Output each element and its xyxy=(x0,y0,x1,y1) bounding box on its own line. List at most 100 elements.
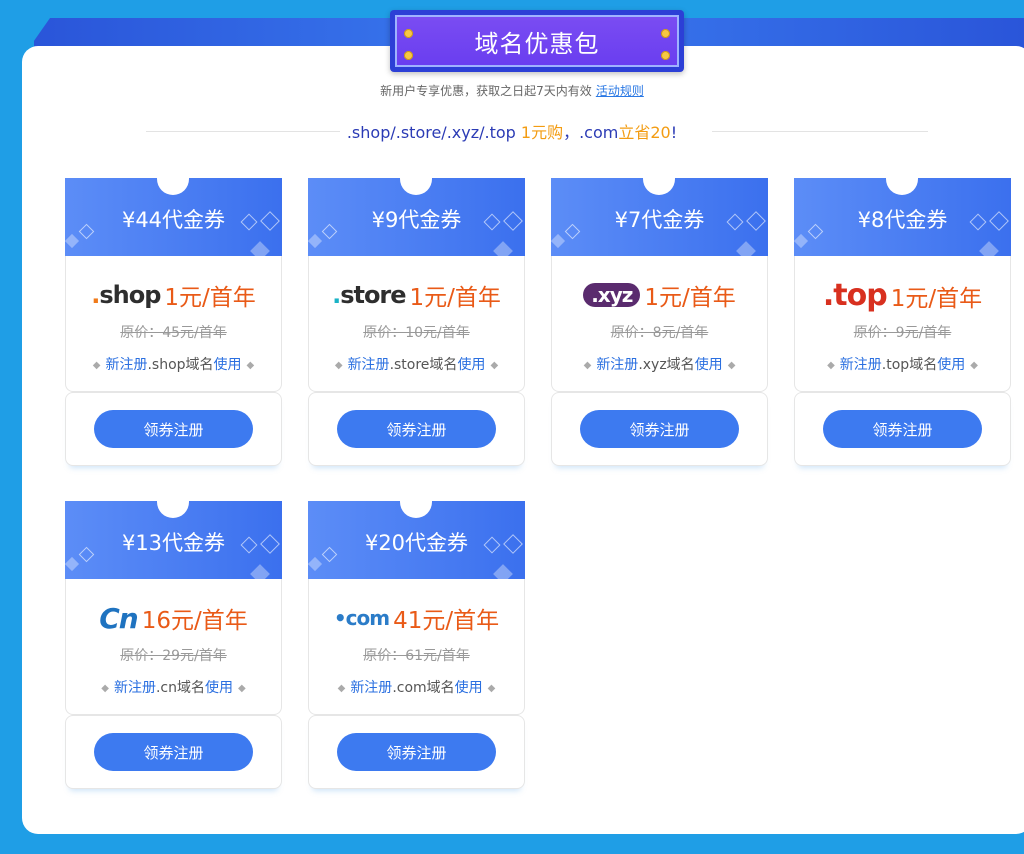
coupon-card: ¥44代金券 .shop 1元/首年 原价：45元/首年 ◆ 新注册.shop域名使… xyxy=(65,178,282,466)
coupon-header: ¥8代金券 xyxy=(794,178,1011,256)
title-banner-inner: 域名优惠包 xyxy=(395,15,679,67)
promo-price: 1元/首年 xyxy=(164,285,256,311)
price-row: Cn 16元/首年 xyxy=(66,601,281,635)
diamond-bullet-icon: ◆ xyxy=(970,359,978,371)
coupon-body: •com 41元/首年 原价：61元/首年 ◆ 新注册.com域名使用 ◆ xyxy=(308,579,525,715)
ticket-notch xyxy=(886,178,918,195)
coupon-body: Cn 16元/首年 原价：29元/首年 ◆ 新注册.cn域名使用 ◆ xyxy=(65,579,282,715)
coupon-description: ◆ 新注册.cn域名使用 ◆ xyxy=(66,677,281,697)
claim-register-button[interactable]: 领券注册 xyxy=(94,733,253,771)
original-price: 原价：8元/首年 xyxy=(610,325,709,341)
diamond-bullet-icon: ◆ xyxy=(246,359,255,371)
coupon-amount: ¥7代金券 xyxy=(614,208,705,232)
desc-new-register: 新注册 xyxy=(347,357,390,373)
claim-register-button[interactable]: 领券注册 xyxy=(337,733,496,771)
diamond-icon xyxy=(65,233,80,249)
desc-new-register: 新注册 xyxy=(350,680,393,696)
claim-register-button[interactable]: 领券注册 xyxy=(337,410,496,448)
bolt-icon xyxy=(404,51,413,60)
coupon-header: ¥44代金券 xyxy=(65,178,282,256)
coupon-body: .shop 1元/首年 原价：45元/首年 ◆ 新注册.shop域名使用 ◆ xyxy=(65,256,282,392)
coupon-header: ¥9代金券 xyxy=(308,178,525,256)
headline-tlds: .shop/.store/.xyz/.top xyxy=(346,123,521,142)
desc-use: 使用 xyxy=(457,357,486,373)
desc-use: 使用 xyxy=(937,357,966,373)
coupon-footer: 领券注册 xyxy=(65,392,282,466)
shop-logo: .shop xyxy=(91,281,161,309)
bolt-icon xyxy=(661,51,670,60)
diamond-icon xyxy=(794,233,809,249)
rules-link[interactable]: 活动规则 xyxy=(596,84,644,98)
desc-domain: .top域名 xyxy=(881,357,938,373)
promo-price: 1元/首年 xyxy=(409,285,501,311)
coupon-body: .xyz 1元/首年 原价：8元/首年 ◆ 新注册.xyz域名使用 ◆ xyxy=(551,256,768,392)
claim-register-button[interactable]: 领券注册 xyxy=(580,410,739,448)
diamond-bullet-icon: ◆ xyxy=(583,359,592,371)
desc-domain: .xyz域名 xyxy=(638,357,695,373)
top-logo: .top xyxy=(822,278,888,313)
desc-use: 使用 xyxy=(205,680,234,696)
headline-exclaim: ! xyxy=(670,123,678,142)
desc-use: 使用 xyxy=(213,357,242,373)
ticket-notch xyxy=(643,178,675,195)
diamond-icon xyxy=(308,556,323,572)
subtitle: 新用户专享优惠，获取之日起7天内有效 活动规则 xyxy=(0,82,1024,99)
original-price: 原价：29元/首年 xyxy=(120,648,227,664)
price-row: .shop 1元/首年 xyxy=(66,278,281,312)
headline-save: 立省20 xyxy=(618,123,671,142)
desc-new-register: 新注册 xyxy=(105,357,148,373)
coupon-header: ¥20代金券 xyxy=(308,501,525,579)
coupon-amount: ¥20代金券 xyxy=(364,531,469,555)
promo-price: 16元/首年 xyxy=(141,608,248,634)
diamond-icon xyxy=(308,233,323,249)
coupon-body: .store 1元/首年 原价：10元/首年 ◆ 新注册.store域名使用 ◆ xyxy=(308,256,525,392)
diamond-icon xyxy=(493,241,513,256)
desc-use: 使用 xyxy=(694,357,723,373)
coupon-card: ¥13代金券 Cn 16元/首年 原价：29元/首年 ◆ 新注册.cn域名使用 ◆ 领… xyxy=(65,501,282,789)
desc-domain: .cn域名 xyxy=(155,680,206,696)
desc-new-register: 新注册 xyxy=(113,680,156,696)
coupon-amount: ¥8代金券 xyxy=(857,208,948,232)
headline-price: 1元购 xyxy=(520,123,564,142)
diamond-icon xyxy=(250,241,270,256)
coupon-footer: 领券注册 xyxy=(308,715,525,789)
claim-register-button[interactable]: 领券注册 xyxy=(823,410,982,448)
store-logo: .store xyxy=(332,281,406,309)
diamond-icon xyxy=(979,241,999,256)
diamond-icon xyxy=(250,564,270,579)
promo-headline: .shop/.store/.xyz/.top 1元购，.com立省20! xyxy=(0,119,1024,143)
desc-new-register: 新注册 xyxy=(839,357,882,373)
coupon-footer: 领券注册 xyxy=(65,715,282,789)
coupon-header: ¥7代金券 xyxy=(551,178,768,256)
coupon-footer: 领券注册 xyxy=(308,392,525,466)
price-row: .top 1元/首年 xyxy=(795,278,1010,313)
coupon-footer: 领券注册 xyxy=(794,392,1011,466)
coupon-description: ◆ 新注册.shop域名使用 ◆ xyxy=(66,354,281,374)
original-price: 原价：9元/首年 xyxy=(853,325,952,341)
coupon-description: ◆ 新注册.store域名使用 ◆ xyxy=(309,354,524,374)
diamond-bullet-icon: ◆ xyxy=(487,682,496,694)
diamond-icon xyxy=(65,556,80,572)
desc-domain: .com域名 xyxy=(392,680,455,696)
com-logo: •com xyxy=(333,606,390,630)
coupon-body: .top 1元/首年 原价：9元/首年 ◆ 新注册.top域名使用 ◆ xyxy=(794,256,1011,392)
ticket-notch xyxy=(400,501,432,518)
original-price: 原价：10元/首年 xyxy=(363,325,470,341)
ticket-notch xyxy=(400,178,432,195)
promo-price: 1元/首年 xyxy=(644,285,736,311)
coupon-amount: ¥44代金券 xyxy=(121,208,226,232)
diamond-bullet-icon: ◆ xyxy=(101,682,109,694)
subtitle-text: 新用户专享优惠，获取之日起7天内有效 xyxy=(380,84,592,98)
price-row: .xyz 1元/首年 xyxy=(552,278,767,312)
coupon-amount: ¥9代金券 xyxy=(371,208,462,232)
ticket-notch xyxy=(157,178,189,195)
diamond-bullet-icon: ◆ xyxy=(490,359,499,371)
price-row: .store 1元/首年 xyxy=(309,278,524,312)
diamond-bullet-icon: ◆ xyxy=(337,682,346,694)
coupon-card: ¥20代金券 •com 41元/首年 原价：61元/首年 ◆ 新注册.com域名使用… xyxy=(308,501,525,789)
diamond-icon xyxy=(493,564,513,579)
page-title: 域名优惠包 xyxy=(474,29,600,58)
coupon-footer: 领券注册 xyxy=(551,392,768,466)
claim-register-button[interactable]: 领券注册 xyxy=(94,410,253,448)
diamond-bullet-icon: ◆ xyxy=(334,359,343,371)
